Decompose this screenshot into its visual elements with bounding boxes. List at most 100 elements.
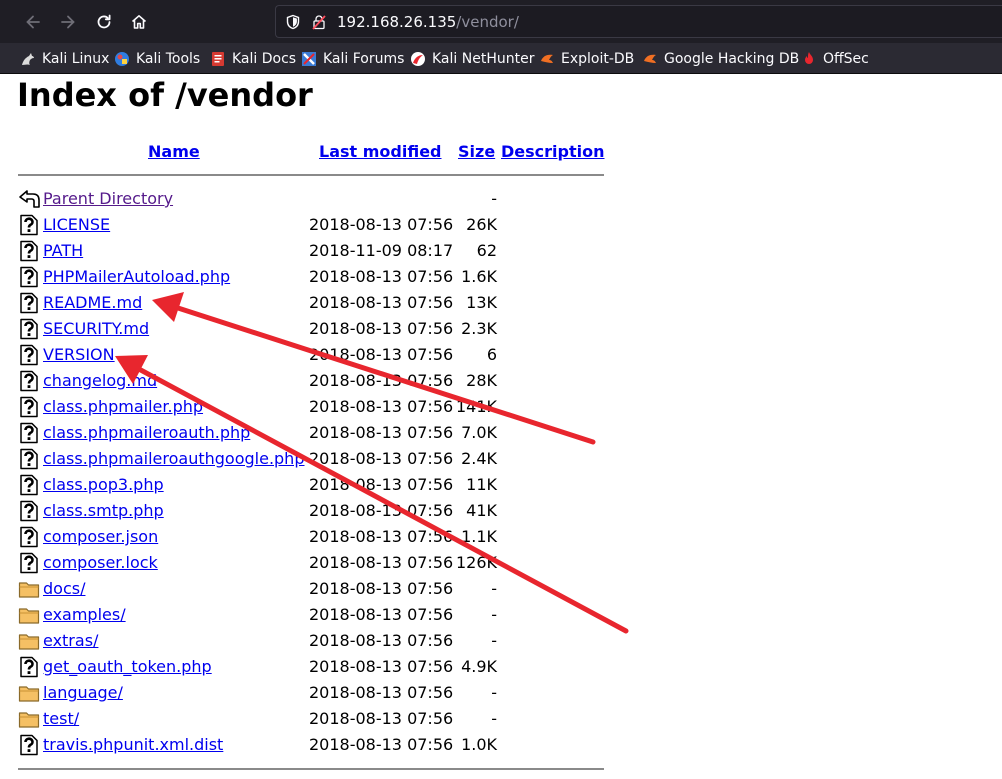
file-link[interactable]: docs/ xyxy=(43,579,85,598)
bookmark-label: OffSec xyxy=(823,51,869,67)
insecure-lock-icon[interactable] xyxy=(311,14,327,30)
last-modified-cell: 2018-08-13 07:56 xyxy=(309,371,454,390)
size-cell: 6 xyxy=(486,345,497,364)
size-cell: 28K xyxy=(466,371,497,390)
file-link[interactable]: class.phpmaileroauth.php xyxy=(43,423,250,442)
table-row: docs/2018-08-13 07:56 - xyxy=(0,576,620,602)
table-row: class.smtp.php 2018-08-13 07:56 41K xyxy=(0,498,620,524)
size-cell: 7.0K xyxy=(461,423,497,442)
bookmark-kali-forums[interactable]: Kali Forums xyxy=(301,49,404,69)
last-modified-cell: 2018-08-13 07:56 xyxy=(309,735,454,754)
bookmark-label: Exploit-DB xyxy=(561,51,635,67)
column-header-name[interactable]: Name xyxy=(148,142,200,161)
table-row: class.phpmaileroauth.php 2018-08-13 07:56… xyxy=(0,420,620,446)
table-row: SECURITY.md 2018-08-13 07:56 2.3K xyxy=(0,316,620,342)
unknown-file-icon[interactable] xyxy=(18,344,40,366)
size-cell: 1.6K xyxy=(461,267,497,286)
unknown-file-icon[interactable] xyxy=(18,656,40,678)
kali-dragon-icon xyxy=(22,53,34,65)
size-cell: 2.4K xyxy=(461,449,497,468)
bookmark-google-hacking-db[interactable]: Google Hacking DB xyxy=(642,49,799,69)
bookmark-kali-docs[interactable]: Kali Docs xyxy=(210,49,296,69)
unknown-file-icon[interactable] xyxy=(18,370,40,392)
unknown-file-icon[interactable] xyxy=(18,500,40,522)
offsec-icon xyxy=(805,52,813,64)
url-text[interactable]: 192.168.26.135/vendor/ xyxy=(337,13,519,31)
unknown-file-icon[interactable] xyxy=(18,318,40,340)
size-cell: 13K xyxy=(466,293,497,312)
header-divider xyxy=(18,174,604,176)
file-link[interactable]: class.smtp.php xyxy=(43,501,164,520)
folder-icon[interactable] xyxy=(18,630,40,652)
file-link[interactable]: extras/ xyxy=(43,631,98,650)
back-button[interactable] xyxy=(18,7,48,37)
unknown-file-icon[interactable] xyxy=(18,240,40,262)
file-link[interactable]: README.md xyxy=(43,293,142,312)
file-link[interactable]: composer.lock xyxy=(43,553,158,572)
forward-button[interactable] xyxy=(53,7,83,37)
file-link[interactable]: VERSION xyxy=(43,345,115,364)
unknown-file-icon[interactable] xyxy=(18,214,40,236)
parent-directory-link[interactable]: Parent Directory xyxy=(43,189,173,208)
unknown-file-icon[interactable] xyxy=(18,422,40,444)
back-icon[interactable] xyxy=(18,188,40,210)
file-link[interactable]: LICENSE xyxy=(43,215,110,234)
exploit-db-icon xyxy=(541,54,553,63)
folder-icon[interactable] xyxy=(18,578,40,600)
file-link[interactable]: examples/ xyxy=(43,605,126,624)
file-link[interactable]: class.phpmaileroauthgoogle.php xyxy=(43,449,304,468)
unknown-file-icon[interactable] xyxy=(18,526,40,548)
unknown-file-icon[interactable] xyxy=(18,552,40,574)
file-link[interactable]: composer.json xyxy=(43,527,158,546)
unknown-file-icon[interactable] xyxy=(18,396,40,418)
bookmark-label: Kali NetHunter xyxy=(432,51,535,67)
table-row: class.pop3.php 2018-08-13 07:56 11K xyxy=(0,472,620,498)
reload-button[interactable] xyxy=(89,7,119,37)
unknown-file-icon[interactable] xyxy=(18,474,40,496)
footer-divider xyxy=(18,768,604,770)
file-link[interactable]: travis.phpunit.xml.dist xyxy=(43,735,223,754)
bookmark-kali-linux[interactable]: Kali Linux xyxy=(20,49,109,69)
page-title: Index of /vendor xyxy=(17,76,313,114)
bookmark-label: Kali Tools xyxy=(136,51,201,67)
unknown-file-icon[interactable] xyxy=(18,292,40,314)
folder-icon[interactable] xyxy=(18,682,40,704)
ghdb-icon xyxy=(644,54,656,63)
file-link[interactable]: language/ xyxy=(43,683,123,702)
last-modified-cell: 2018-08-13 07:56 xyxy=(309,423,454,442)
last-modified-cell: 2018-08-13 07:56 xyxy=(309,293,454,312)
table-row: README.md 2018-08-13 07:56 13K xyxy=(0,290,620,316)
bookmark-offsec[interactable]: OffSec xyxy=(801,49,869,69)
column-header-last-modified[interactable]: Last modified xyxy=(319,142,442,161)
size-cell: 126K xyxy=(455,553,497,572)
table-row: composer.lock 2018-08-13 07:56 126K xyxy=(0,550,620,576)
shield-icon[interactable] xyxy=(285,14,301,30)
bookmark-exploit-db[interactable]: Exploit-DB xyxy=(539,49,634,69)
folder-icon[interactable] xyxy=(18,708,40,730)
table-row: VERSION 2018-08-13 07:56 6 xyxy=(0,342,620,368)
size-cell: - xyxy=(491,709,497,728)
table-row: PHPMailerAutoload.php 2018-08-13 07:56 1.6… xyxy=(0,264,620,290)
home-button[interactable] xyxy=(124,7,154,37)
url-path: /vendor/ xyxy=(456,13,519,31)
file-link[interactable]: SECURITY.md xyxy=(43,319,149,338)
file-link[interactable]: class.phpmailer.php xyxy=(43,397,203,416)
file-link[interactable]: class.pop3.php xyxy=(43,475,164,494)
table-row: language/2018-08-13 07:56 - xyxy=(0,680,620,706)
column-header-size[interactable]: Size xyxy=(458,142,495,161)
unknown-file-icon[interactable] xyxy=(18,266,40,288)
file-link[interactable]: get_oauth_token.php xyxy=(43,657,212,676)
file-link[interactable]: PHPMailerAutoload.php xyxy=(43,267,230,286)
file-link[interactable]: test/ xyxy=(43,709,79,728)
unknown-file-icon[interactable] xyxy=(18,734,40,756)
unknown-file-icon[interactable] xyxy=(18,448,40,470)
folder-icon[interactable] xyxy=(18,604,40,626)
address-bar[interactable]: 192.168.26.135/vendor/ xyxy=(275,5,1002,38)
last-modified-cell: 2018-08-13 07:56 xyxy=(309,215,454,234)
bookmark-kali-tools[interactable]: Kali Tools xyxy=(114,49,200,69)
file-link[interactable]: changelog.md xyxy=(43,371,157,390)
table-row: test/2018-08-13 07:56 - xyxy=(0,706,620,732)
file-link[interactable]: PATH xyxy=(43,241,83,260)
column-header-description[interactable]: Description xyxy=(501,142,604,161)
bookmark-kali-nethunter[interactable]: Kali NetHunter xyxy=(410,49,534,69)
